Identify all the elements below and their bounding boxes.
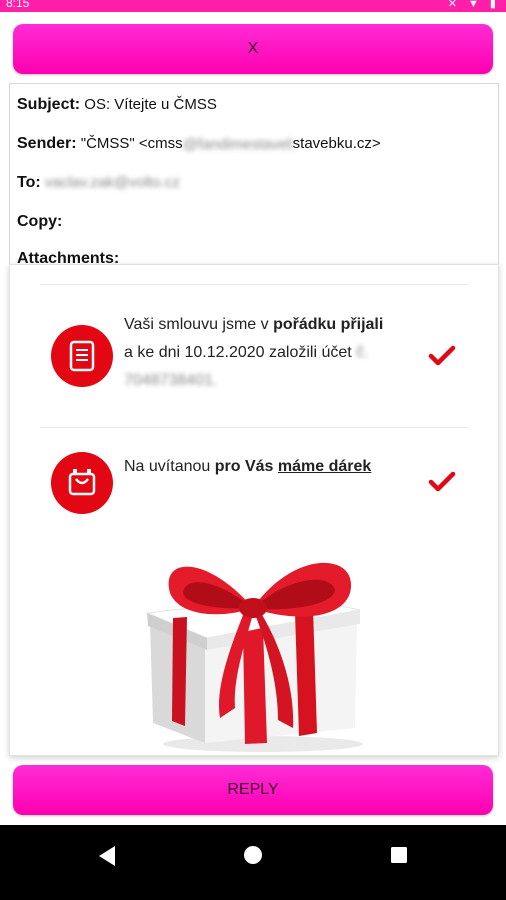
to-value: vaclav.zak@volto.cz xyxy=(44,174,180,191)
confirmation-text-a: Vaši smlouvu jsme v xyxy=(124,316,274,333)
status-time: 8:15 xyxy=(6,0,30,10)
to-row: To: vaclav.zak@volto.cz xyxy=(17,174,180,192)
status-bar: 8:15 ✕ ▼ ▮ xyxy=(0,0,506,12)
home-icon[interactable] xyxy=(243,845,263,865)
gift-bag-icon-circle xyxy=(51,452,113,514)
email-header-panel: Subject: OS: Vítejte u ČMSS Sender: "ČMS… xyxy=(9,83,499,264)
welcome-text: Na uvítanou pro Vás máme dárek xyxy=(124,453,394,481)
sender-value-prefix: "ČMSS" <cmss xyxy=(80,135,183,152)
check-icon xyxy=(428,345,456,366)
gift-bag-icon xyxy=(68,469,96,496)
confirmation-text-bold: pořádku přijali xyxy=(273,316,384,333)
welcome-text-bold: pro Vás xyxy=(214,458,274,475)
subject-label: Subject: xyxy=(17,96,81,113)
confirmation-text: Vaši smlouvu jsme v pořádku přijali a ke… xyxy=(124,311,394,395)
navigation-bar xyxy=(0,825,506,900)
reply-button[interactable]: REPLY xyxy=(13,765,493,815)
email-body[interactable]: Vaši smlouvu jsme v pořádku přijali a ke… xyxy=(9,264,499,756)
gift-box-illustration xyxy=(145,562,363,752)
divider xyxy=(40,284,468,285)
close-button[interactable]: X xyxy=(13,24,493,74)
gift-link[interactable]: máme dárek xyxy=(278,458,371,475)
confirmation-text-c: a ke dni 10.12.2020 založili účet xyxy=(124,344,357,361)
copy-row: Copy: xyxy=(17,213,62,231)
attachments-row: Attachments: xyxy=(17,250,119,264)
back-icon[interactable] xyxy=(97,845,117,867)
recents-icon[interactable] xyxy=(390,846,408,864)
subject-value: OS: Vítejte u ČMSS xyxy=(84,96,217,113)
sender-value-suffix: stavebku.cz> xyxy=(292,135,381,152)
status-icons: ✕ ▼ ▮ xyxy=(447,0,500,10)
sender-row: Sender: "ČMSS" <cmss@fandimestavebku.cz>… xyxy=(17,135,381,153)
reply-button-label: REPLY xyxy=(227,781,279,798)
document-icon-circle xyxy=(51,325,113,387)
welcome-text-a: Na uvítanou xyxy=(124,458,215,475)
to-label: To: xyxy=(17,174,41,191)
sender-value-blurred: @fandimestavebku.cz> xyxy=(182,136,293,153)
sender-label: Sender: xyxy=(17,135,77,152)
subject-row: Subject: OS: Vítejte u ČMSS xyxy=(17,96,217,114)
copy-label: Copy: xyxy=(17,213,63,230)
close-button-label: X xyxy=(247,40,259,57)
attachments-label: Attachments: xyxy=(17,250,120,264)
check-icon xyxy=(428,471,456,492)
divider xyxy=(40,427,468,428)
document-icon xyxy=(69,340,95,372)
